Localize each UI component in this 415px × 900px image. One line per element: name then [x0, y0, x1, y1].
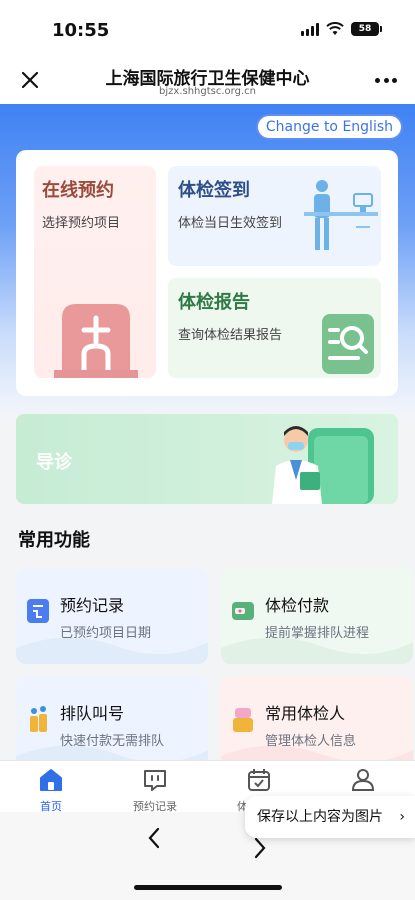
wifi-icon [326, 22, 344, 35]
function-desc: 管理体检人信息 [265, 734, 357, 749]
report-search-icon [322, 314, 374, 374]
function-title: 体检付款 [265, 596, 330, 615]
online-booking-card[interactable]: 在线预约 选择预约项目 [34, 166, 156, 378]
report-card[interactable]: 体检报告 查询体检结果报告 [168, 278, 381, 378]
signal-icon [301, 22, 319, 36]
function-desc: 快速付款无需排队 [60, 734, 165, 749]
user-card-icon [233, 708, 253, 732]
hospital-icon [54, 304, 138, 378]
home-indicator [134, 885, 282, 890]
function-booking-records[interactable]: 预约记录 已预约项目日期 [16, 568, 208, 664]
function-desc: 已预约项目日期 [60, 626, 152, 641]
checkin-title: 体检签到 [178, 180, 250, 201]
save-as-image-button[interactable]: 保存以上内容为图片 › [245, 796, 415, 838]
wallet-icon [232, 602, 254, 620]
home-icon [40, 769, 62, 791]
report-title: 体检报告 [178, 292, 250, 313]
page-content: Change to English 在线预约 选择预约项目 体检签到 体检当日生… [0, 104, 415, 760]
status-bar: 10:55 58 [0, 0, 415, 58]
checkin-desk-icon [304, 180, 378, 250]
checkin-desc: 体检当日生效签到 [178, 216, 283, 231]
function-title: 排队叫号 [60, 704, 125, 723]
function-payment[interactable]: 体检付款 提前掌握排队进程 [221, 568, 413, 664]
tab-home[interactable]: 首页 [16, 765, 86, 813]
function-title: 预约记录 [60, 596, 125, 615]
change-language-button[interactable]: Change to English [255, 114, 403, 140]
forward-arrow-icon[interactable] [252, 836, 268, 860]
calendar-check-icon [248, 769, 270, 791]
report-desc: 查询体检结果报告 [178, 328, 283, 343]
function-desc: 提前掌握排队进程 [265, 626, 370, 641]
doctor-icon [272, 426, 374, 504]
online-booking-title: 在线预约 [42, 180, 114, 201]
guide-label: 导诊 [36, 452, 72, 473]
battery-icon: 58 [351, 22, 382, 36]
back-arrow-icon[interactable] [146, 826, 162, 850]
main-features-card: 在线预约 选择预约项目 体检签到 体检当日生效签到 体检报告 查询体检结果报告 [16, 150, 398, 396]
queue-people-icon [30, 706, 47, 732]
function-title: 常用体检人 [265, 704, 346, 723]
save-as-image-label: 保存以上内容为图片 [257, 809, 383, 825]
guide-banner[interactable]: 导诊 [16, 414, 398, 504]
tab-booking-records[interactable]: 预约记录 [120, 765, 190, 813]
function-examinees[interactable]: 常用体检人 管理体检人信息 [221, 676, 413, 760]
chat-icon [144, 770, 166, 791]
nav-bar: 上海国际旅行卫生保健中心 bjzx.shhgtsc.org.cn [0, 58, 415, 104]
section-title: 常用功能 [18, 530, 90, 551]
more-icon[interactable] [375, 72, 397, 88]
function-queue[interactable]: 排队叫号 快速付款无需排队 [16, 676, 208, 760]
online-booking-desc: 选择预约项目 [42, 216, 121, 231]
checkin-card[interactable]: 体检签到 体检当日生效签到 [168, 166, 381, 266]
document-icon [27, 599, 49, 623]
status-icons: 58 [301, 22, 382, 36]
status-time: 10:55 [52, 20, 110, 41]
page-url: bjzx.shhgtsc.org.cn [159, 86, 256, 97]
chevron-right-icon: › [399, 809, 405, 825]
user-icon [351, 769, 375, 791]
